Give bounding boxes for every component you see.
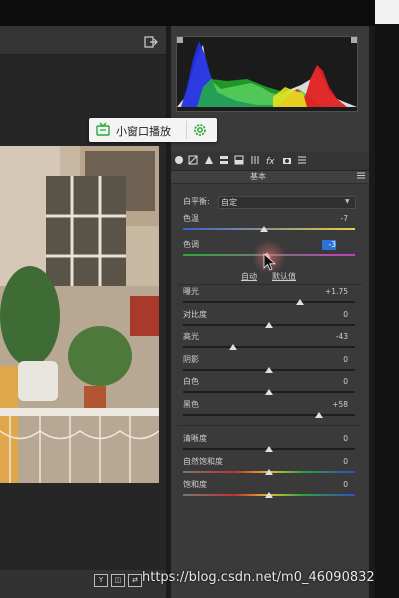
panel-scrollbar[interactable] — [369, 26, 375, 598]
white-balance-value: 自定 — [221, 198, 237, 207]
slider-track[interactable] — [183, 228, 355, 230]
slider-thumb[interactable] — [259, 226, 268, 232]
footer-button-y[interactable]: Y — [94, 574, 108, 587]
slider-track[interactable] — [183, 301, 355, 303]
footer-button-swap[interactable]: ⇄ — [128, 574, 142, 587]
slider-label: 阴影 — [183, 355, 199, 364]
slider-label: 白色 — [183, 377, 199, 386]
slider-value[interactable]: +1.75 — [318, 287, 348, 297]
slider-value[interactable]: 0 — [318, 310, 348, 320]
split-toning-tab-icon[interactable] — [234, 155, 244, 165]
slider-value[interactable]: 0 — [318, 457, 348, 467]
exit-icon[interactable] — [144, 36, 158, 48]
slider-value[interactable]: 0 — [318, 377, 348, 387]
menu-icon[interactable] — [357, 172, 365, 179]
slider-label: 自然饱和度 — [183, 457, 223, 466]
slider-thumb[interactable] — [228, 344, 237, 350]
slider-thumb[interactable] — [295, 299, 304, 305]
footer-button-compare[interactable]: ◫ — [111, 574, 125, 587]
tone-curve-tab-icon[interactable] — [188, 155, 198, 165]
separator — [178, 284, 362, 285]
slider-label: 黑色 — [183, 400, 199, 409]
presets-tab-icon[interactable] — [297, 155, 307, 165]
gear-icon[interactable] — [192, 122, 208, 138]
slider-value[interactable]: -43 — [318, 332, 348, 342]
slider-label: 高光 — [183, 332, 199, 341]
slider-value[interactable]: 0 — [318, 355, 348, 365]
slider-thumb[interactable] — [265, 367, 273, 373]
slider-thumb[interactable] — [265, 389, 273, 395]
slider-value[interactable]: 0 — [318, 434, 348, 444]
preview-photo — [0, 146, 159, 483]
slider-thumb[interactable] — [265, 469, 273, 475]
slider-label: 色调 — [183, 240, 199, 249]
hsl-tab-icon[interactable] — [219, 155, 229, 165]
chevron-down-icon: ▼ — [345, 198, 350, 205]
svg-text:fx: fx — [266, 157, 275, 165]
slider-label: 对比度 — [183, 310, 207, 319]
slider-value[interactable]: -3 — [322, 240, 336, 250]
slider-label: 曝光 — [183, 287, 199, 296]
slider-label: 饱和度 — [183, 480, 207, 489]
section-title: 基本 — [250, 172, 266, 181]
slider-label: 色温 — [183, 214, 199, 223]
window-top-strip — [0, 0, 375, 26]
white-balance-label: 白平衡: — [183, 197, 210, 206]
basic-tab-icon[interactable] — [174, 155, 184, 165]
watermark: https://blog.csdn.net/m0_46090832 — [142, 570, 375, 585]
auto-link[interactable]: 自动 — [241, 272, 257, 282]
cursor-icon — [263, 253, 277, 271]
slider-track[interactable] — [183, 346, 355, 348]
histogram — [176, 36, 358, 112]
slider-label: 清晰度 — [183, 434, 207, 443]
fx-tab-icon[interactable]: fx — [266, 155, 276, 165]
slider-value[interactable]: -7 — [318, 214, 348, 224]
slider-thumb[interactable] — [265, 446, 273, 452]
lens-tab-icon[interactable] — [250, 155, 260, 165]
slider-value[interactable]: 0 — [318, 480, 348, 490]
slider-value[interactable]: +58 — [318, 400, 348, 410]
slider-thumb[interactable] — [265, 492, 273, 498]
white-balance-select[interactable]: 自定 — [218, 196, 356, 209]
slider-thumb[interactable] — [265, 322, 273, 328]
slider-track[interactable] — [183, 414, 355, 416]
slider-thumb[interactable] — [314, 412, 323, 418]
top-right-corner — [375, 0, 399, 24]
tv-icon — [96, 122, 110, 136]
detail-tab-icon[interactable] — [204, 155, 214, 165]
right-edge-bar — [375, 0, 399, 598]
separator — [178, 425, 362, 426]
popup-divider — [186, 121, 187, 139]
section-header — [171, 171, 369, 184]
mini-player-label[interactable]: 小窗口播放 — [116, 123, 171, 139]
camera-tab-icon[interactable] — [282, 155, 292, 165]
default-link[interactable]: 默认值 — [272, 272, 296, 282]
